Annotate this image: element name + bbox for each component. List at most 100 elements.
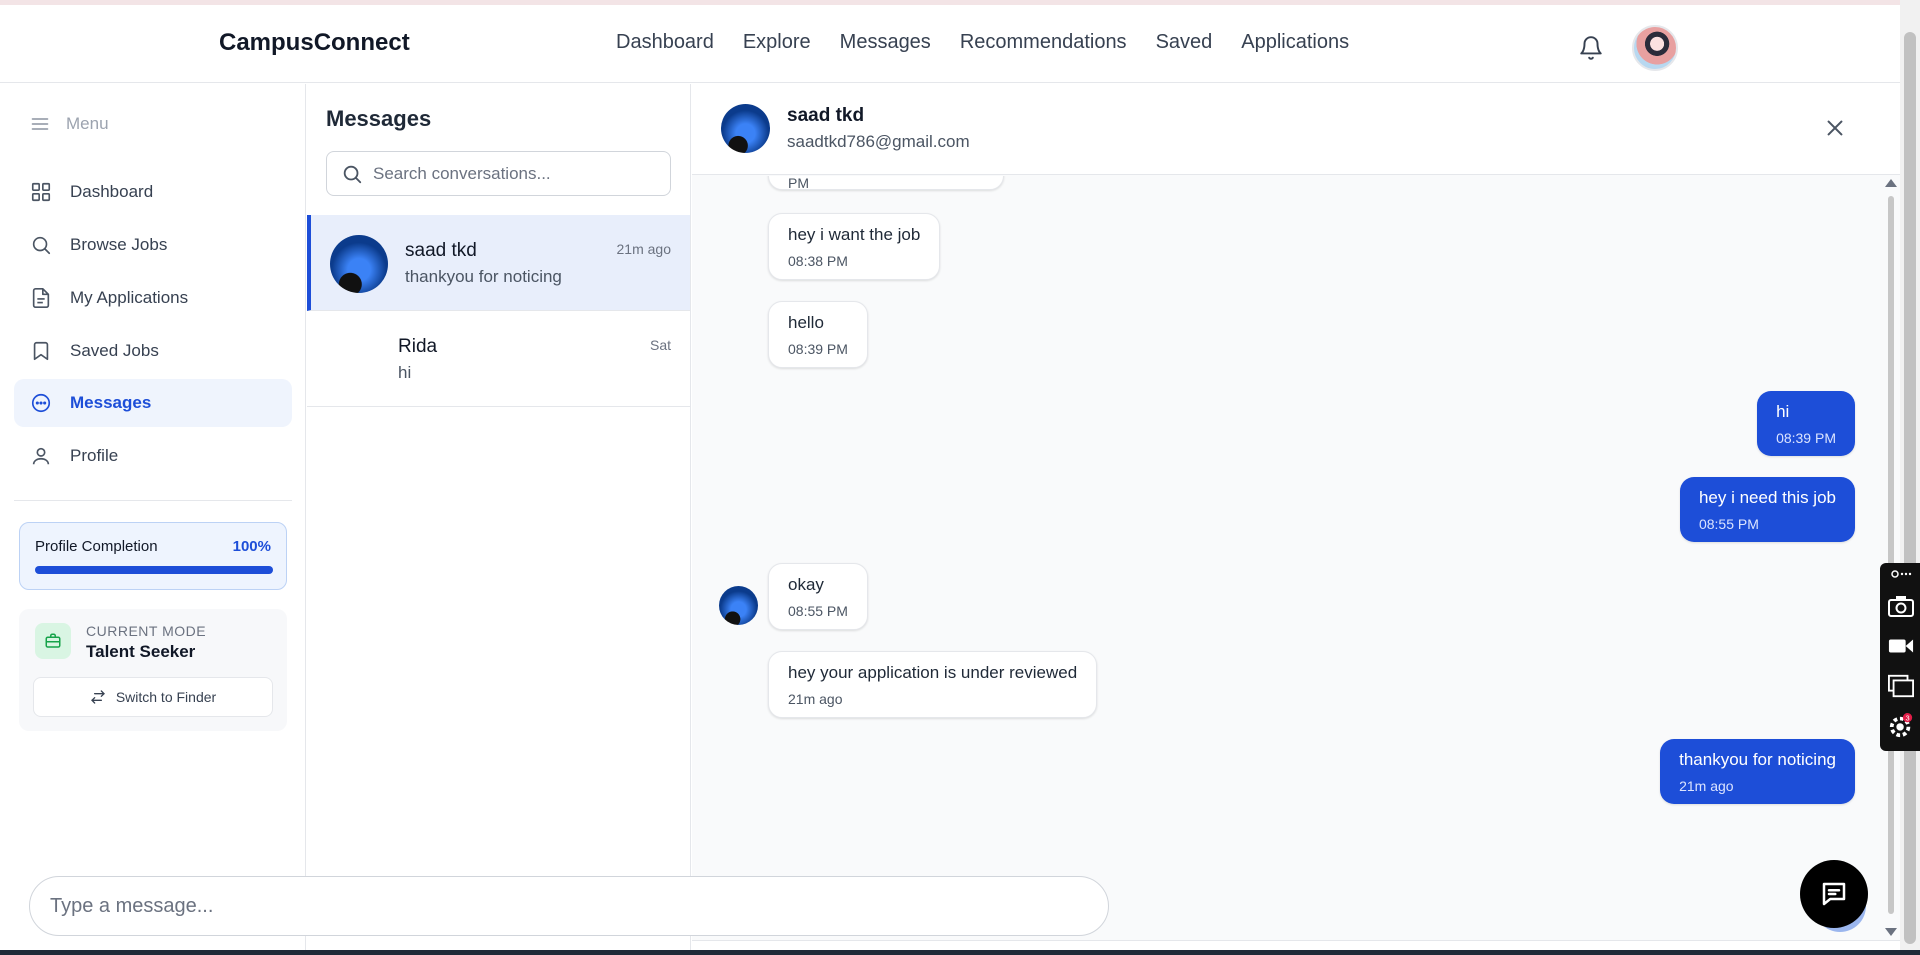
message-thread: PM hey i want the job 08:38 PM hello 08:… [692, 176, 1882, 939]
sidebar-divider [14, 500, 292, 501]
sidebar-item-label: Browse Jobs [70, 235, 168, 254]
conversations-title: Messages [326, 106, 432, 131]
top-nav: Dashboard Explore Messages Recommendatio… [616, 31, 1378, 54]
message-text: hello [788, 313, 824, 332]
search-input[interactable] [373, 163, 653, 184]
menu-toggle[interactable]: Menu [30, 114, 109, 134]
conversation-item-rida[interactable]: Rida hi Sat [307, 311, 690, 407]
chat-panel: saad tkd saadtkd786@gmail.com PM hey i w… [692, 84, 1900, 955]
nav-messages[interactable]: Messages [840, 31, 931, 54]
top-navbar: CampusConnect Dashboard Explore Messages… [0, 5, 1900, 83]
chat-contact-name: saad tkd [787, 105, 865, 126]
conversation-name: Rida [398, 336, 438, 357]
message-input[interactable] [50, 894, 1050, 918]
sidebar-item-label: Messages [70, 393, 152, 412]
message-time: 21m ago [788, 691, 843, 707]
sidebar-item-messages[interactable]: Messages [14, 379, 292, 427]
message-text: thankyou for noticing [1679, 750, 1836, 769]
sidebar-item-profile[interactable]: Profile [14, 432, 292, 480]
search-icon [32, 236, 51, 255]
gear-icon[interactable]: 3 [1888, 713, 1914, 739]
profile-completion-card: Profile Completion 100% [19, 522, 287, 590]
message-time: 08:39 PM [788, 341, 848, 357]
switch-mode-label: Switch to Finder [115, 689, 217, 705]
nav-recommendations[interactable]: Recommendations [960, 31, 1127, 54]
message-text: hey i want the job [788, 225, 921, 244]
profile-completion-bar [35, 566, 273, 574]
bottom-edge [0, 950, 1920, 955]
chat-scrollbar[interactable] [1882, 176, 1900, 939]
nav-dashboard[interactable]: Dashboard [616, 31, 714, 54]
scroll-down-icon[interactable] [1884, 927, 1898, 937]
message-bubble-outgoing: thankyou for noticing 21m ago [1660, 739, 1855, 804]
message-time: PM [788, 176, 809, 191]
conversation-item-saad-tkd[interactable]: saad tkd thankyou for noticing 21m ago [307, 215, 690, 311]
message-text: hi [1776, 402, 1790, 421]
message-time: 08:55 PM [1698, 516, 1759, 532]
sidebar-item-dashboard[interactable]: Dashboard [14, 168, 292, 216]
profile-completion-label: Profile Completion [35, 538, 158, 555]
camera-icon[interactable] [1888, 593, 1914, 619]
grid-icon [31, 182, 51, 202]
conversation-list-panel: Messages saad tkd thankyou for noticing … [307, 84, 691, 955]
message-text: okay [788, 575, 824, 594]
close-icon[interactable] [1824, 117, 1846, 139]
conversation-name: saad tkd [405, 240, 477, 261]
nav-applications[interactable]: Applications [1241, 31, 1349, 54]
nav-explore[interactable]: Explore [743, 31, 811, 54]
sidebar: Menu Dashboard Browse Jobs My Applicatio… [0, 84, 306, 955]
video-icon[interactable] [1888, 633, 1914, 659]
link-icon[interactable] [1888, 567, 1914, 581]
mode-value: Talent Seeker [86, 642, 196, 661]
page-scrollbar[interactable] [1900, 0, 1920, 955]
user-avatar[interactable] [1632, 25, 1678, 71]
sidebar-item-browse-jobs[interactable]: Browse Jobs [14, 221, 292, 269]
switch-mode-button[interactable]: Switch to Finder [33, 677, 273, 717]
avatar [719, 586, 758, 625]
document-icon [32, 288, 50, 308]
profile-completion-fill [35, 566, 273, 574]
mode-label: CURRENT MODE [86, 623, 207, 639]
scrollbar-thumb[interactable] [1888, 196, 1894, 914]
brand-logo[interactable]: CampusConnect [219, 29, 410, 57]
chat-widget-button[interactable] [1800, 860, 1868, 928]
message-bubble-partial: PM [768, 176, 1004, 191]
message-bubble-outgoing: hi 08:39 PM [1757, 391, 1855, 456]
search-icon [343, 165, 362, 183]
sidebar-item-label: Profile [70, 446, 119, 465]
sidebar-item-my-applications[interactable]: My Applications [14, 274, 292, 322]
conversation-time: 21m ago [616, 241, 671, 257]
message-bubble-incoming: hello 08:39 PM [768, 301, 868, 368]
message-input-field[interactable] [29, 876, 1109, 936]
briefcase-icon [35, 623, 71, 659]
chat-contact-email: saadtkd786@gmail.com [787, 132, 970, 151]
search-conversations[interactable] [326, 151, 671, 196]
message-time: 08:39 PM [1776, 430, 1836, 446]
menu-label: Menu [66, 114, 109, 133]
message-text: hey i need this job [1698, 488, 1836, 507]
sidebar-item-saved-jobs[interactable]: Saved Jobs [14, 327, 292, 375]
hamburger-icon [31, 118, 49, 130]
screens-icon[interactable] [1888, 673, 1914, 699]
avatar [721, 104, 770, 153]
chat-header: saad tkd saadtkd786@gmail.com [692, 84, 1900, 175]
conversation-time: Sat [649, 337, 671, 353]
bell-icon[interactable] [1578, 35, 1604, 61]
nav-saved[interactable]: Saved [1156, 31, 1213, 54]
message-bubble-incoming: okay 08:55 PM [768, 563, 868, 630]
extension-badge-count: 3 [1905, 713, 1909, 722]
sidebar-item-label: My Applications [70, 288, 189, 307]
sidebar-item-label: Dashboard [70, 182, 154, 201]
message-time: 21m ago [1679, 778, 1734, 794]
page-scrollbar-thumb[interactable] [1904, 32, 1916, 944]
message-time: 08:38 PM [788, 253, 848, 269]
message-bubble-outgoing: hey i need this job 08:55 PM [1679, 477, 1855, 542]
profile-completion-value: 100% [232, 538, 271, 555]
chat-bubble-icon [31, 393, 51, 413]
scroll-up-icon[interactable] [1884, 178, 1898, 188]
bookmark-icon [33, 341, 49, 361]
extension-toolbar: 3 [1880, 563, 1920, 751]
avatar [330, 235, 388, 293]
sidebar-item-label: Saved Jobs [70, 341, 159, 360]
message-time: 08:55 PM [788, 603, 848, 619]
